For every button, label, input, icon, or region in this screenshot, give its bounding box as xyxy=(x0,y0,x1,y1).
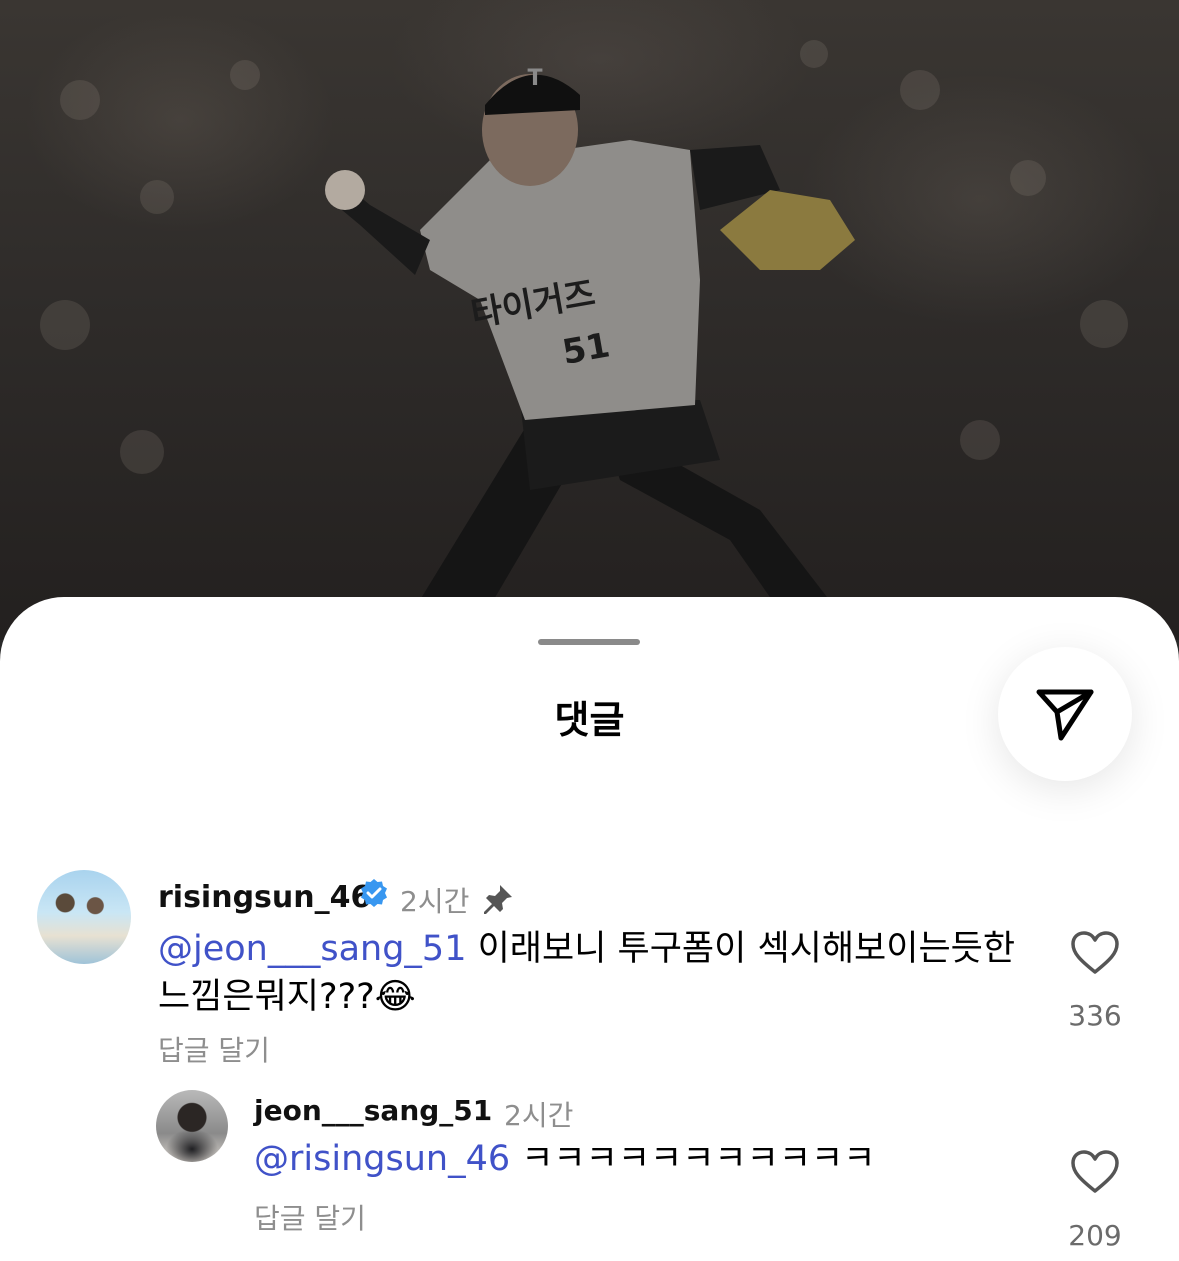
comments-sheet: 댓글 risingsun_46 2시간 @jeon___sang_51 이래보니… xyxy=(0,597,1179,1261)
avatar[interactable] xyxy=(156,1090,228,1162)
background-photo: T 타이거즈 51 xyxy=(0,0,1179,640)
comment-text-line1: ㅋㅋㅋㅋㅋㅋㅋㅋㅋㅋㅋ xyxy=(510,1139,876,1179)
cap-logo: T xyxy=(527,66,542,91)
heart-outline-icon[interactable] xyxy=(1070,1149,1120,1195)
pitcher-figure: T 타이거즈 51 xyxy=(325,66,860,640)
comment-username[interactable]: jeon___sang_51 xyxy=(254,1094,492,1127)
reply-button[interactable]: 답글 달기 xyxy=(254,1197,366,1237)
mention-link[interactable]: @risingsun_46 xyxy=(254,1139,510,1179)
comment-text: @risingsun_46 ㅋㅋㅋㅋㅋㅋㅋㅋㅋㅋㅋ xyxy=(254,1135,1034,1183)
jersey-number: 51 xyxy=(559,325,613,373)
like-count: 209 xyxy=(1068,1219,1122,1252)
comment-time: 2시간 xyxy=(504,1099,574,1132)
reply-comment: jeon___sang_51 2시간 @risingsun_46 ㅋㅋㅋㅋㅋㅋㅋ… xyxy=(0,597,1179,1261)
